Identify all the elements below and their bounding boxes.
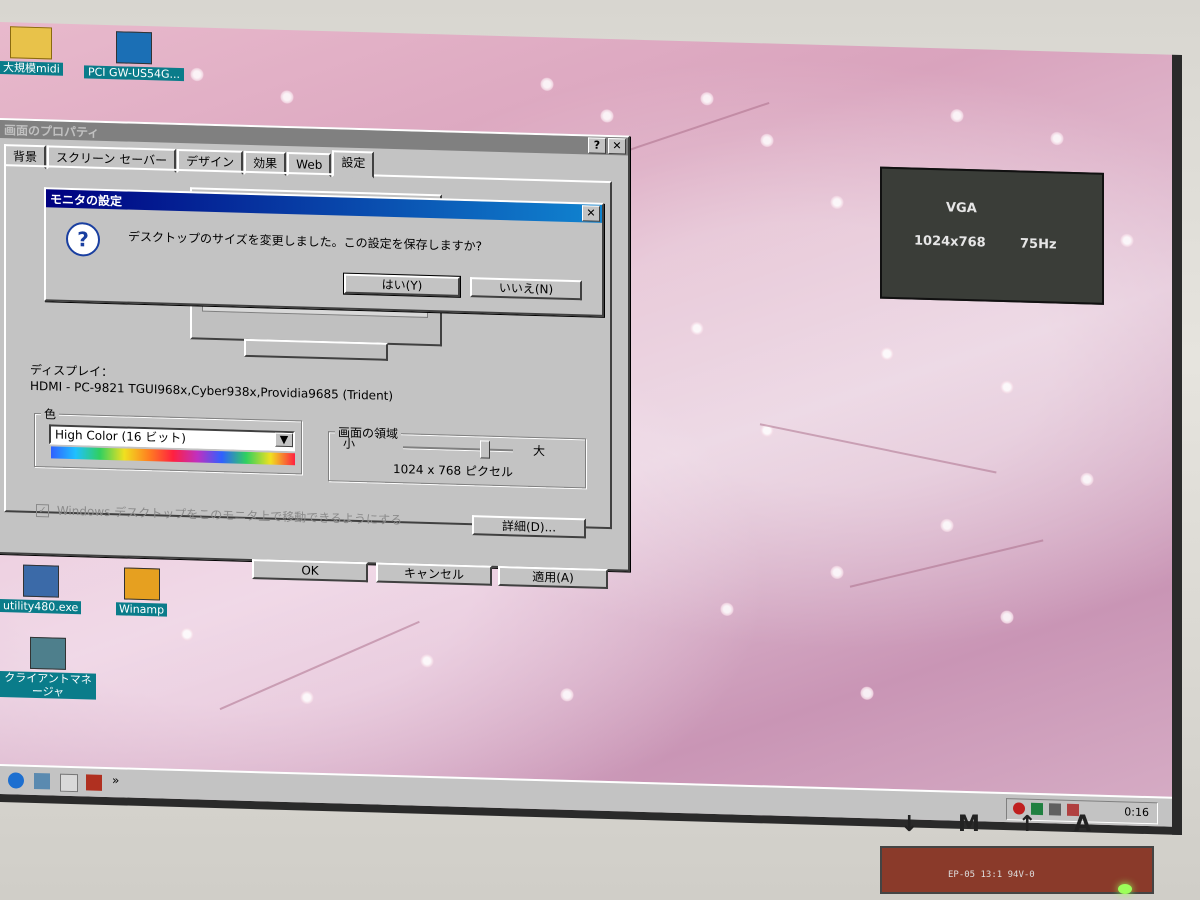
outlook-icon[interactable] xyxy=(60,773,78,793)
monitor-auto-button[interactable]: A xyxy=(1074,812,1091,837)
desktop-icon-label: utility480.exe xyxy=(0,599,82,615)
blossom xyxy=(720,602,734,617)
installer-icon xyxy=(22,564,59,598)
resolution-slider-track[interactable] xyxy=(403,440,513,459)
ok-button[interactable]: OK xyxy=(252,559,368,583)
desktop-icon-utility480[interactable]: utility480.exe xyxy=(0,564,82,615)
desktop-icon-winamp[interactable]: Winamp xyxy=(116,567,168,617)
desktop-icon-midi[interactable]: 大規模midi xyxy=(0,26,63,76)
display-label: ディスプレイ： xyxy=(30,362,114,380)
client-manager-icon xyxy=(30,636,66,670)
blossom xyxy=(190,67,204,82)
monitor-up-button[interactable]: ↑ xyxy=(1018,812,1036,837)
display-properties-window: 画面のプロパティ ? ✕ 背景 スクリーン セーバー デザイン 効果 Web 設… xyxy=(0,117,630,589)
blossom xyxy=(700,91,714,106)
blossom xyxy=(540,77,554,92)
folder-icon xyxy=(10,26,53,60)
desktop-icon-client-manager[interactable]: クライアントマネージャ xyxy=(0,636,96,700)
blossom xyxy=(1000,609,1014,625)
resolution-text: 1024 x 768 ピクセル xyxy=(393,461,513,480)
blossom xyxy=(180,627,194,642)
network-adapter-icon xyxy=(116,31,152,65)
resolution-slider-thumb[interactable] xyxy=(479,440,490,459)
blossom xyxy=(940,518,954,533)
desktop-icon[interactable] xyxy=(34,772,50,790)
winamp-icon xyxy=(123,567,160,601)
blossom xyxy=(280,89,294,105)
blossom xyxy=(420,653,434,669)
branch xyxy=(849,539,1044,588)
dialog-title: モニタの設定 xyxy=(50,191,123,208)
power-led xyxy=(1118,884,1132,894)
desktop-icon-label: 大規模midi xyxy=(0,61,63,76)
monitor-osd: VGA 1024x768 75Hz xyxy=(880,166,1104,305)
apply-button[interactable]: 適用(A) xyxy=(498,565,608,589)
ie-icon[interactable] xyxy=(8,772,24,789)
close-button[interactable]: ✕ xyxy=(582,205,600,222)
no-button[interactable]: いいえ(N) xyxy=(470,277,582,301)
color-depth-value: High Color (16 ビット) xyxy=(55,427,186,446)
window-title: 画面のプロパティ xyxy=(4,122,100,140)
blossom xyxy=(1120,233,1134,248)
clock[interactable]: 0:16 xyxy=(1124,805,1149,819)
desktop-icon-network-adapter[interactable]: PCI GW-US54G... xyxy=(84,30,184,82)
chevron-down-icon[interactable]: ▼ xyxy=(275,432,293,448)
extend-desktop-checkbox[interactable]: ✓ xyxy=(36,504,49,518)
blossom xyxy=(690,321,704,336)
advanced-button[interactable]: 詳細(D)... xyxy=(472,515,586,539)
monitor-menu-button[interactable]: M xyxy=(958,812,980,837)
help-button[interactable]: ? xyxy=(588,137,606,154)
slider-max-label: 大 xyxy=(533,443,546,459)
yes-button[interactable]: はい(Y) xyxy=(343,272,461,299)
color-group-label: 色 xyxy=(41,405,60,423)
osd-refresh-rate: 75Hz xyxy=(1020,236,1057,253)
desktop-screen: 大規模midi PCI GW-US54G... utility480.exe W… xyxy=(0,22,1182,836)
blossom xyxy=(1050,131,1064,146)
monitor-settings-dialog: モニタの設定 ✕ ? デスクトップのサイズを変更しました。この設定を保存しますか… xyxy=(44,187,604,317)
desktop-icon-label: クライアントマネージャ xyxy=(0,671,96,700)
blossom xyxy=(760,133,774,148)
blossom xyxy=(950,108,964,123)
branch xyxy=(759,423,997,474)
slider-min-label: 小 xyxy=(343,436,356,451)
blossom xyxy=(830,565,844,580)
blossom xyxy=(1080,472,1094,487)
blossom xyxy=(860,686,874,701)
tab-settings[interactable]: 設定 xyxy=(332,150,375,179)
cancel-button[interactable]: キャンセル xyxy=(376,562,492,586)
quicklaunch-more-button[interactable]: » xyxy=(112,773,119,787)
desktop-icon-label: PCI GW-US54G... xyxy=(84,65,184,82)
close-button[interactable]: ✕ xyxy=(608,137,626,155)
tray-icon[interactable] xyxy=(1049,803,1061,816)
blossom xyxy=(560,687,574,703)
blossom xyxy=(600,108,614,124)
question-icon: ? xyxy=(66,221,100,257)
screen-area-group: 画面の領域 小 大 1024 x 768 ピクセル xyxy=(328,423,586,489)
dialog-message: デスクトップのサイズを変更しました。この設定を保存しますか? xyxy=(128,229,483,254)
blossom xyxy=(830,195,844,210)
blossom xyxy=(300,690,314,705)
desktop-icon-label: Winamp xyxy=(116,602,168,617)
blossom xyxy=(1000,379,1014,395)
branch xyxy=(219,620,420,711)
media-icon[interactable] xyxy=(86,774,102,791)
monitor-down-button[interactable]: ↓ xyxy=(900,812,918,837)
osd-resolution: 1024x768 xyxy=(914,233,986,251)
panel-label: EP-05 13:1 94V-0 xyxy=(948,870,1035,880)
osd-input-label: VGA xyxy=(946,200,977,217)
blossom xyxy=(880,346,894,361)
color-group: 色 High Color (16 ビット) ▼ xyxy=(34,405,302,475)
